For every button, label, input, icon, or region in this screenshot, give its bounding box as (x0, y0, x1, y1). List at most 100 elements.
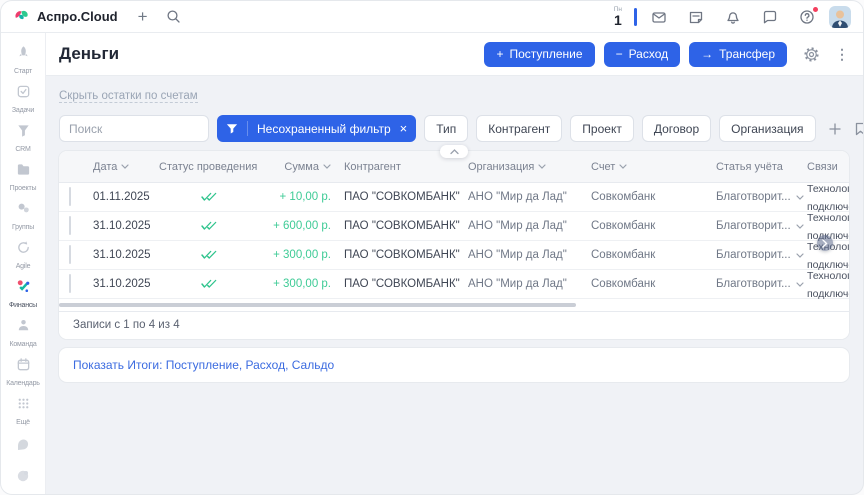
records-summary: Записи с 1 по 4 из 4 (59, 311, 849, 339)
column-header-category[interactable]: Статья учёта (709, 161, 804, 173)
chat-icon[interactable] (762, 9, 778, 25)
create-plus-icon[interactable]: + (138, 8, 148, 25)
chevron-down-icon (538, 164, 546, 169)
sidebar: Старт Задачи CRM Проекты Группы Agile (1, 33, 46, 495)
cell-counterparty: ПАО "СОВКОМБАНК" (339, 191, 464, 203)
topbar: Аспро.Cloud + Пн 1 (1, 1, 863, 33)
table-row[interactable]: 31.10.2025 + 300,00 р. ПАО "СОВКОМБАНК" … (59, 241, 849, 270)
scroll-right-button[interactable] (817, 235, 833, 251)
filter-type-button[interactable]: Тип (424, 115, 468, 142)
notification-dot (813, 7, 818, 12)
transfer-button-label: Трансфер (719, 47, 775, 61)
sidebar-item-label: Проекты (10, 185, 37, 192)
cell-category[interactable]: Благотворит... (709, 220, 804, 232)
notes-icon[interactable] (688, 9, 704, 25)
sidebar-item-start[interactable]: Старт (1, 41, 45, 80)
sidebar-item-label: Задачи (12, 107, 34, 114)
filter-organization-button[interactable]: Организация (719, 115, 815, 142)
cell-category[interactable]: Благотворит... (709, 191, 804, 203)
cell-organization: АНО "Мир да Лад" (464, 278, 589, 290)
column-header-organization[interactable]: Организация (464, 161, 589, 173)
chevron-down-icon (796, 253, 804, 258)
sidebar-item-label: Старт (14, 68, 32, 75)
check-square-icon (16, 84, 31, 104)
expense-button[interactable]: − Расход (604, 42, 681, 67)
kebab-menu-icon[interactable]: ⋮ (835, 47, 849, 61)
sidebar-item-label: Финансы (9, 302, 37, 309)
app-window: Аспро.Cloud + Пн 1 (0, 0, 864, 495)
column-header-date[interactable]: Дата (89, 161, 159, 173)
search-icon[interactable] (166, 9, 181, 24)
cell-account: Совкомбанк (589, 249, 709, 261)
gear-icon[interactable] (803, 46, 820, 63)
sidebar-item-tasks[interactable]: Задачи (1, 80, 45, 119)
chevron-down-icon (323, 164, 331, 169)
row-checkbox[interactable] (69, 274, 71, 293)
cell-status (159, 250, 254, 260)
double-check-icon (200, 221, 255, 231)
filter-contract-button[interactable]: Договор (642, 115, 711, 142)
row-checkbox[interactable] (69, 216, 71, 235)
table-row[interactable]: 31.10.2025 + 600,00 р. ПАО "СОВКОМБАНК" … (59, 212, 849, 241)
show-totals-link[interactable]: Показать Итоги: Поступление, Расход, Сал… (73, 358, 334, 372)
column-header-status[interactable]: Статус проведения (159, 161, 254, 173)
cell-category[interactable]: Благотворит... (709, 249, 804, 261)
filter-counterparty-button[interactable]: Контрагент (476, 115, 562, 142)
filter-project-button[interactable]: Проект (570, 115, 634, 142)
cell-organization: АНО "Мир да Лад" (464, 249, 589, 261)
column-header-links[interactable]: Связи (804, 161, 849, 173)
table-row[interactable]: 31.10.2025 + 300,00 р. ПАО "СОВКОМБАНК" … (59, 270, 849, 299)
calendar-date-widget[interactable]: Пн 1 (614, 6, 622, 27)
search-input[interactable] (59, 115, 209, 142)
column-header-counterparty[interactable]: Контрагент (339, 161, 464, 173)
table-row[interactable]: 01.11.2025 + 10,00 р. ПАО "СОВКОМБАНК" А… (59, 183, 849, 212)
sidebar-extra-icon-2[interactable] (15, 463, 31, 495)
collapse-table-chevron-up-button[interactable] (440, 145, 468, 158)
sidebar-item-finance[interactable]: Финансы (1, 275, 45, 314)
income-button[interactable]: + Поступление (484, 42, 594, 67)
sidebar-item-projects[interactable]: Проекты (1, 158, 45, 197)
totals-card: Показать Итоги: Поступление, Расход, Сал… (59, 348, 849, 382)
sidebar-item-groups[interactable]: Группы (1, 197, 45, 236)
add-filter-plus-icon[interactable] (828, 122, 842, 136)
sidebar-extra-icon-1[interactable] (15, 431, 31, 463)
brand-title: Аспро.Cloud (37, 9, 118, 24)
sidebar-item-label: Команда (9, 341, 36, 348)
sidebar-item-agile[interactable]: Agile (1, 236, 45, 275)
sidebar-item-more[interactable]: Ещё (1, 392, 45, 431)
cell-category[interactable]: Благотворит... (709, 278, 804, 290)
row-checkbox[interactable] (69, 187, 71, 206)
column-header-account[interactable]: Счет (589, 161, 709, 173)
bookmark-icon[interactable] (854, 122, 864, 136)
bell-icon[interactable] (725, 9, 741, 25)
active-filter-chip[interactable]: Несохраненный фильтр × (217, 115, 416, 142)
sidebar-item-team[interactable]: Команда (1, 314, 45, 353)
page-header: Деньги + Поступление − Расход → Трансфер (46, 33, 863, 76)
day-number: 1 (614, 13, 622, 27)
row-checkbox[interactable] (69, 245, 71, 264)
main-content: Деньги + Поступление − Расход → Трансфер (46, 33, 863, 495)
cell-date: 31.10.2025 (89, 278, 159, 290)
cell-status (159, 192, 254, 202)
people-icon (16, 201, 31, 221)
column-header-amount[interactable]: Сумма (254, 161, 339, 173)
income-button-label: Поступление (509, 47, 582, 61)
transfer-button[interactable]: → Трансфер (689, 42, 787, 67)
toggle-balances-link[interactable]: Скрыть остатки по счетам (59, 90, 198, 103)
folder-icon (16, 162, 31, 182)
finance-icon (16, 279, 31, 299)
sidebar-item-calendar[interactable]: Календарь (1, 353, 45, 392)
scrollbar-thumb[interactable] (59, 303, 576, 307)
double-check-icon (200, 192, 255, 202)
avatar[interactable] (829, 6, 851, 28)
funnel-icon[interactable] (217, 121, 248, 136)
help-icon[interactable] (799, 9, 815, 25)
close-icon[interactable]: × (399, 122, 417, 135)
cell-status (159, 221, 254, 231)
cell-links[interactable]: Технология подключени (804, 266, 849, 302)
mail-icon[interactable] (651, 9, 667, 25)
minus-icon: − (616, 48, 623, 60)
sidebar-item-label: Группы (12, 224, 34, 231)
sidebar-item-crm[interactable]: CRM (1, 119, 45, 158)
sidebar-item-label: Ещё (16, 419, 30, 426)
